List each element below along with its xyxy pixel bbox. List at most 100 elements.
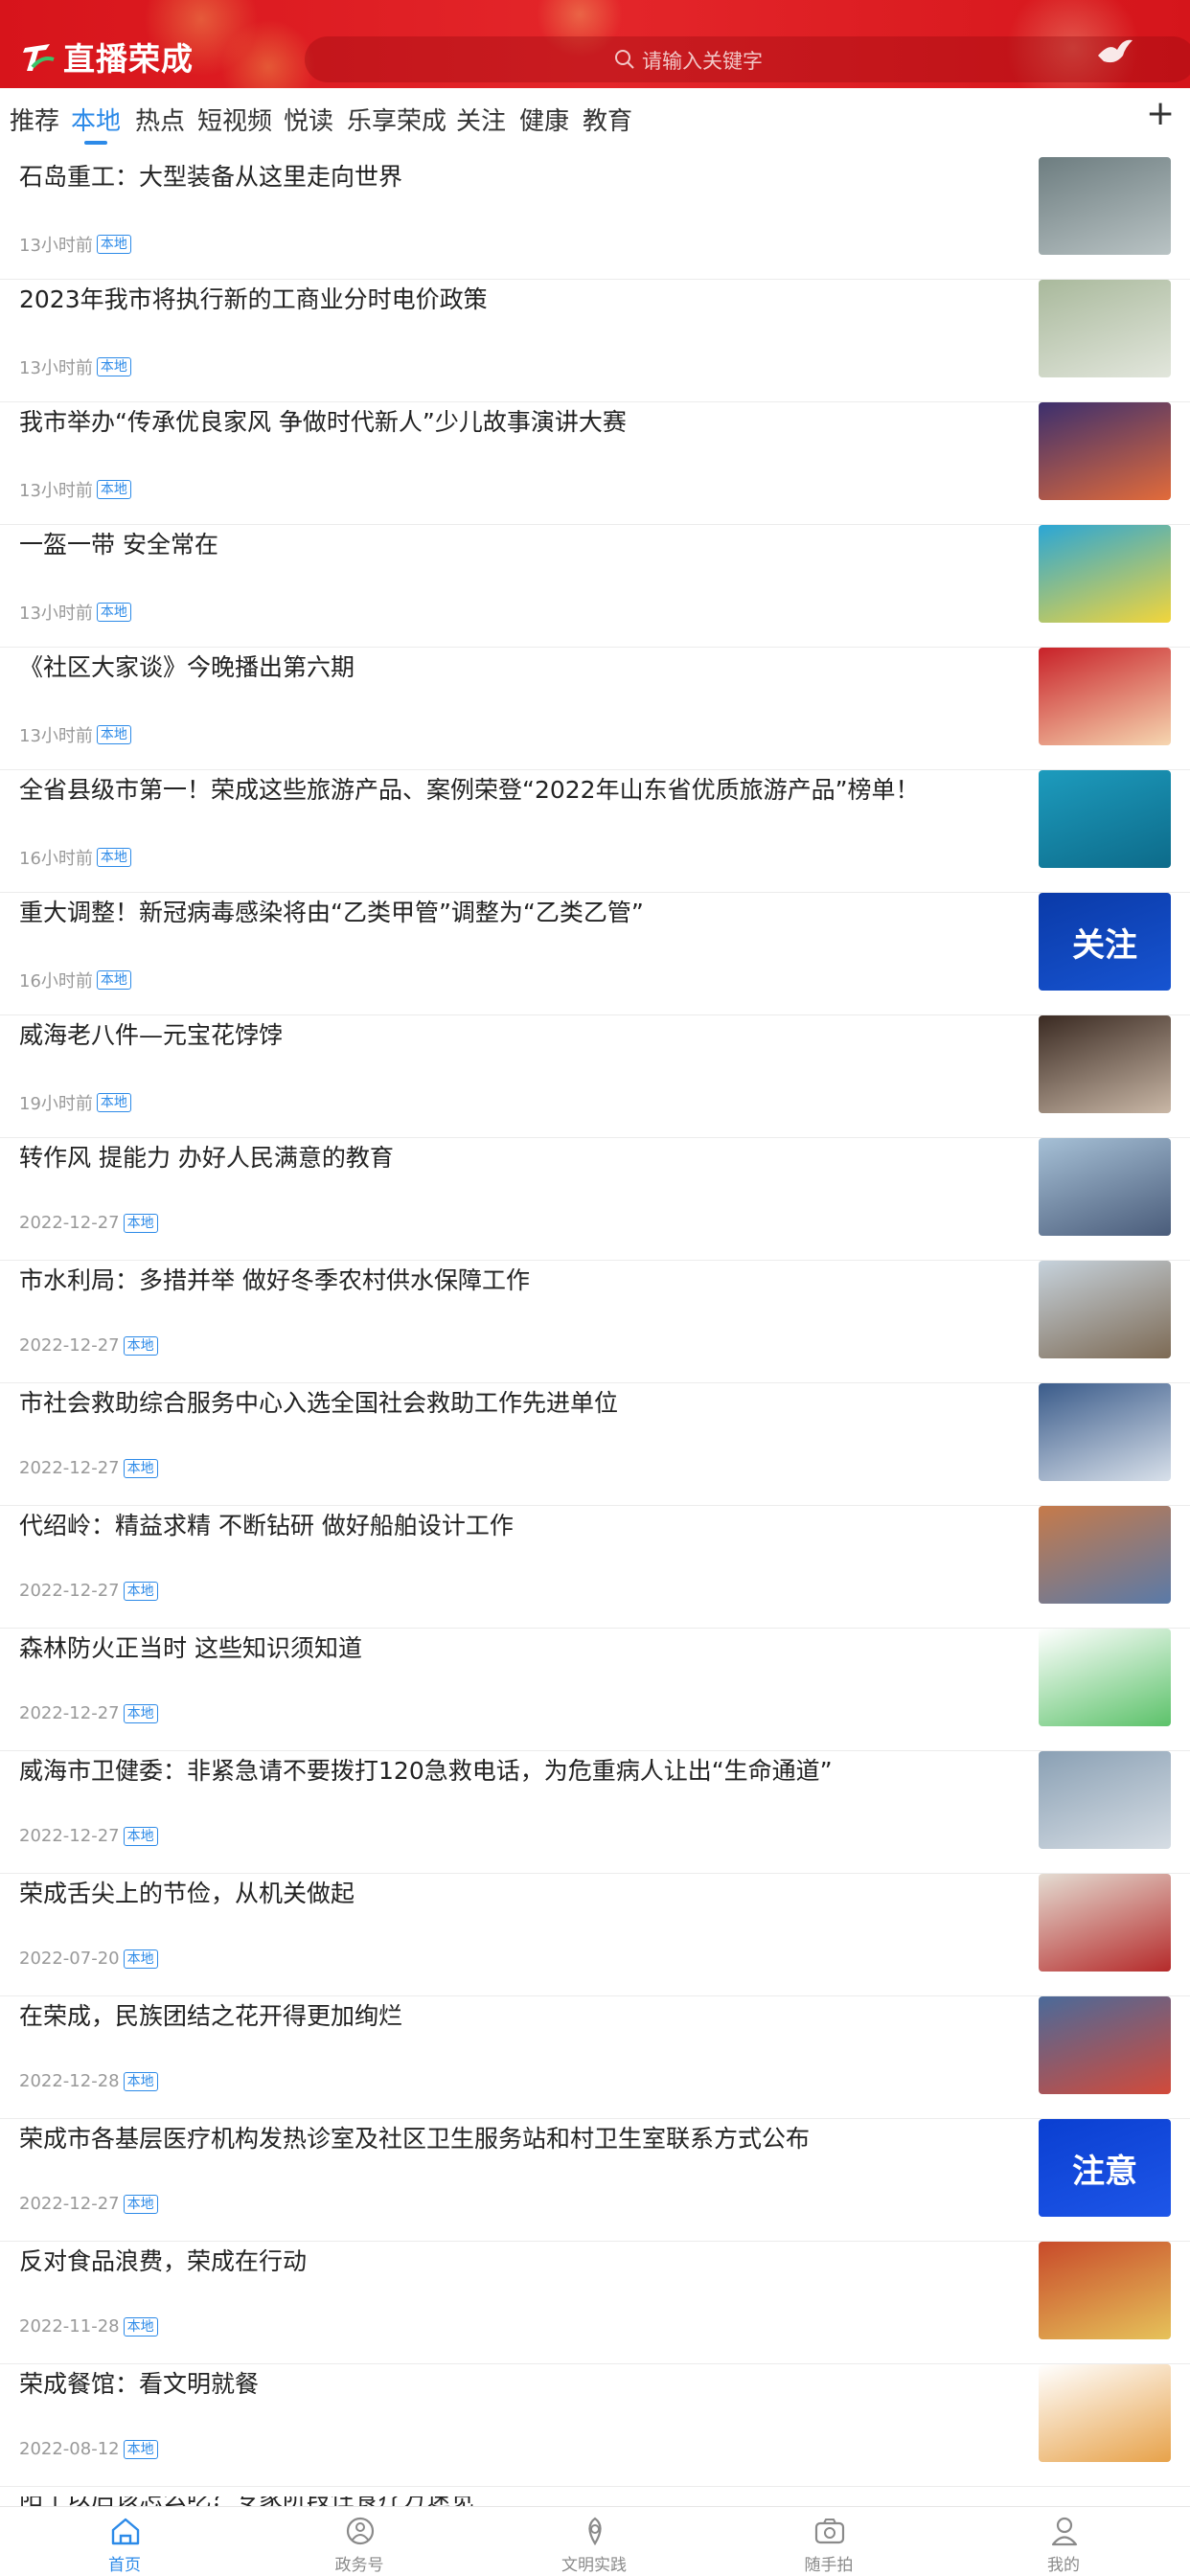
news-item[interactable]: 在荣成，民族团结之花开得更加绚烂 2022-12-28 本地	[0, 1996, 1190, 2119]
news-title: 石岛重工：大型装备从这里走向世界	[19, 163, 403, 191]
nav-label: 文明实践	[561, 2556, 627, 2575]
news-meta: 2022-12-27 本地	[19, 1213, 158, 1233]
news-time: 2022-12-27	[19, 2194, 120, 2214]
news-time: 13小时前	[19, 358, 93, 378]
news-time: 19小时前	[19, 1094, 93, 1114]
news-time: 2022-12-28	[19, 2071, 120, 2091]
nav-label: 政务号	[334, 2556, 384, 2575]
news-item[interactable]: 森林防火正当时 这些知识须知道 2022-12-27 本地	[0, 1629, 1190, 1751]
local-badge: 本地	[96, 970, 131, 990]
nav-label: 首页	[108, 2556, 141, 2575]
news-time: 2022-12-27	[19, 1458, 120, 1478]
news-title: 《社区大家谈》今晚播出第六期	[19, 653, 355, 681]
news-item[interactable]: 《社区大家谈》今晚播出第六期 13小时前 本地	[0, 648, 1190, 770]
local-badge: 本地	[123, 1581, 158, 1601]
news-item[interactable]: 一盔一带 安全常在 13小时前 本地	[0, 525, 1190, 648]
news-item[interactable]: 反对食品浪费，荣成在行动 2022-11-28 本地	[0, 2242, 1190, 2364]
nav-civilization-practice[interactable]: 文明实践	[475, 2507, 713, 2576]
category-tabs: 推荐 本地 热点 短视频 悦读 乐享荣成 关注 健康 教育 +	[0, 88, 1190, 157]
news-title: 2023年我市将执行新的工商业分时电价政策	[19, 285, 488, 313]
news-item[interactable]: 荣成市各基层医疗机构发热诊室及社区卫生服务站和村卫生室联系方式公布 2022-12…	[0, 2119, 1190, 2242]
tab-short-video[interactable]: 短视频	[197, 102, 272, 137]
news-item[interactable]: 市水利局：多措并举 做好冬季农村供水保障工作 2022-12-27 本地	[0, 1261, 1190, 1383]
news-title: 市水利局：多措并举 做好冬季农村供水保障工作	[19, 1266, 530, 1294]
news-thumbnail	[1039, 402, 1171, 500]
tab-reading[interactable]: 悦读	[284, 102, 333, 137]
app-logo[interactable]: 直播荣成	[21, 34, 194, 79]
app-header: 直播荣成 请输入关键字	[0, 0, 1190, 88]
news-item[interactable]: 市社会救助综合服务中心入选全国社会救助工作先进单位 2022-12-27 本地	[0, 1383, 1190, 1506]
local-badge: 本地	[123, 2194, 158, 2214]
news-meta: 16小时前 本地	[19, 968, 131, 992]
news-title: 市社会救助综合服务中心入选全国社会救助工作先进单位	[19, 1389, 619, 1417]
news-meta: 13小时前 本地	[19, 232, 131, 257]
nav-snapshot[interactable]: 随手拍	[710, 2507, 948, 2576]
news-thumbnail	[1039, 648, 1171, 745]
news-thumbnail	[1039, 2242, 1171, 2339]
news-thumbnail	[1039, 525, 1171, 623]
nav-government-account[interactable]: 政务号	[240, 2507, 478, 2576]
search-placeholder: 请输入关键字	[642, 50, 763, 73]
news-item[interactable]: 我市举办“传承优良家风 争做时代新人”少儿故事演讲大赛 13小时前 本地	[0, 402, 1190, 525]
search-bar[interactable]: 请输入关键字	[305, 36, 1190, 82]
nav-home[interactable]: 首页	[6, 2507, 243, 2576]
news-title: 代绍岭：精益求精 不断钻研 做好船舶设计工作	[19, 1512, 514, 1539]
news-title: 森林防火正当时 这些知识须知道	[19, 1634, 362, 1662]
local-badge: 本地	[96, 235, 131, 254]
civilization-practice-icon	[579, 2515, 611, 2547]
local-badge: 本地	[96, 1093, 131, 1112]
news-meta: 2022-12-27 本地	[19, 1335, 158, 1356]
local-badge: 本地	[96, 480, 131, 499]
news-item[interactable]: 转作风 提能力 办好人民满意的教育 2022-12-27 本地	[0, 1138, 1190, 1261]
local-badge: 本地	[123, 1826, 158, 1846]
news-item[interactable]: 2023年我市将执行新的工商业分时电价政策 13小时前 本地	[0, 280, 1190, 402]
news-meta: 16小时前 本地	[19, 845, 131, 870]
tab-local[interactable]: 本地	[71, 102, 121, 137]
news-time: 2022-12-27	[19, 1213, 120, 1233]
news-item[interactable]: 全省县级市第一！荣成这些旅游产品、案例荣登“2022年山东省优质旅游产品”榜单！…	[0, 770, 1190, 893]
active-tab-indicator	[84, 141, 107, 145]
news-time: 2022-12-27	[19, 1335, 120, 1356]
local-badge: 本地	[123, 2316, 158, 2337]
news-title: 在荣成，民族团结之花开得更加绚烂	[19, 2002, 403, 2030]
news-meta: 13小时前 本地	[19, 722, 131, 747]
tab-enjoy-rongcheng[interactable]: 乐享荣成	[347, 102, 446, 137]
tab-hot[interactable]: 热点	[135, 102, 185, 137]
local-badge: 本地	[123, 2439, 158, 2459]
news-meta: 13小时前 本地	[19, 477, 131, 502]
local-badge: 本地	[123, 1949, 158, 1969]
news-item[interactable]: 威海市卫健委：非紧急请不要拨打120急救电话，为危重病人让出“生命通道” 2022…	[0, 1751, 1190, 1874]
news-meta: 2022-12-28 本地	[19, 2071, 158, 2091]
nav-label: 随手拍	[804, 2556, 854, 2575]
news-item[interactable]: 重大调整！新冠病毒感染将由“乙类甲管”调整为“乙类乙管” 16小时前 本地 关注	[0, 893, 1190, 1015]
news-title: 转作风 提能力 办好人民满意的教育	[19, 1144, 394, 1172]
tab-recommend[interactable]: 推荐	[10, 102, 59, 137]
nav-profile[interactable]: 我的	[945, 2507, 1182, 2576]
news-thumbnail	[1039, 280, 1171, 377]
news-item[interactable]: 荣成舌尖上的节俭，从机关做起 2022-07-20 本地	[0, 1874, 1190, 1996]
add-tab-button[interactable]: +	[1146, 94, 1175, 133]
news-item[interactable]: 荣成餐馆：看文明就餐 2022-08-12 本地	[0, 2364, 1190, 2487]
news-title: 全省县级市第一！荣成这些旅游产品、案例荣登“2022年山东省优质旅游产品”榜单！	[19, 776, 920, 804]
tab-education[interactable]: 教育	[583, 102, 632, 137]
news-thumbnail: 注意	[1039, 2119, 1171, 2217]
local-badge: 本地	[96, 603, 131, 622]
news-item[interactable]: 威海老八件—元宝花饽饽 19小时前 本地	[0, 1015, 1190, 1138]
news-time: 13小时前	[19, 236, 93, 256]
home-icon	[109, 2515, 142, 2547]
news-meta: 2022-12-27 本地	[19, 1458, 158, 1478]
local-badge: 本地	[123, 1458, 158, 1478]
local-badge: 本地	[123, 1703, 158, 1723]
news-title: 荣成舌尖上的节俭，从机关做起	[19, 1880, 355, 1907]
news-meta: 2022-08-12 本地	[19, 2439, 158, 2459]
news-item[interactable]: 石岛重工：大型装备从这里走向世界 13小时前 本地	[0, 157, 1190, 280]
news-thumbnail	[1039, 1015, 1171, 1113]
news-thumbnail	[1039, 157, 1171, 255]
news-title: 威海市卫健委：非紧急请不要拨打120急救电话，为危重病人让出“生命通道”	[19, 1757, 833, 1785]
tab-follow[interactable]: 关注	[456, 102, 506, 137]
tab-health[interactable]: 健康	[519, 102, 569, 137]
news-time: 16小时前	[19, 849, 93, 869]
news-thumbnail	[1039, 1629, 1171, 1726]
news-item[interactable]: 代绍岭：精益求精 不断钻研 做好船舶设计工作 2022-12-27 本地	[0, 1506, 1190, 1629]
local-badge: 本地	[123, 2071, 158, 2091]
